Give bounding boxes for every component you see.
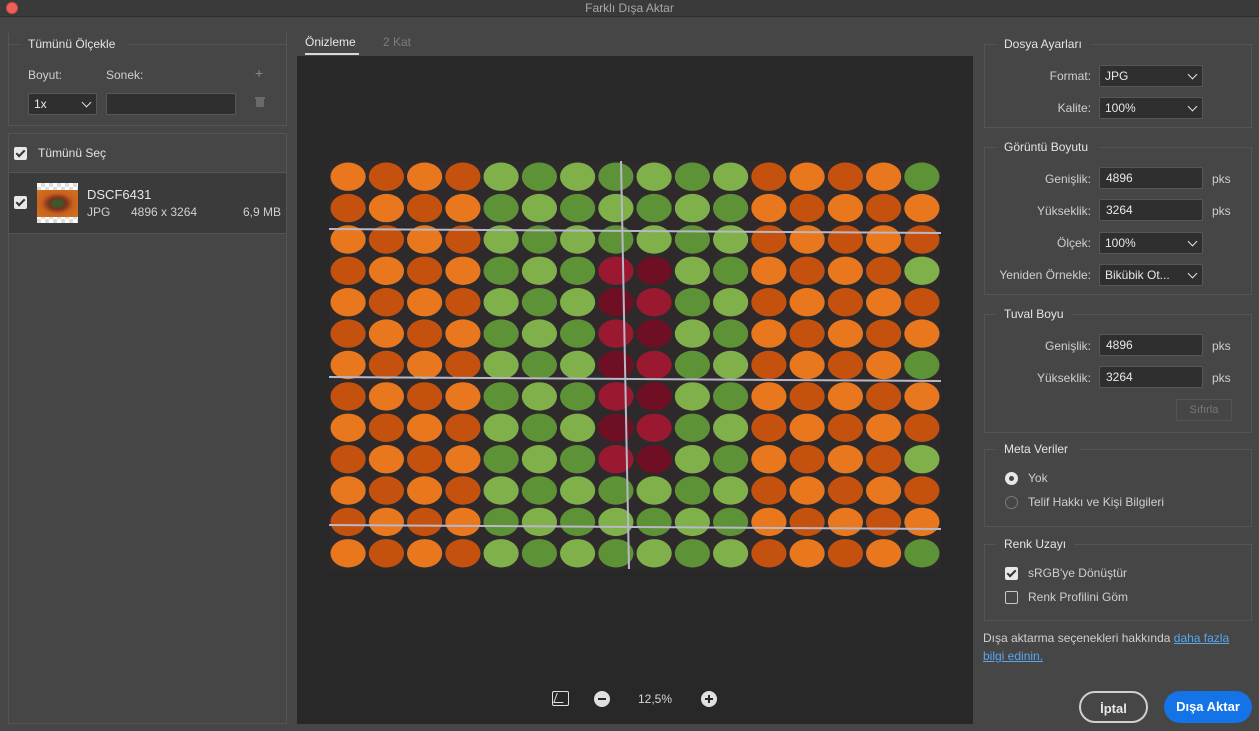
image-height-input[interactable]: 3264 <box>1099 199 1203 221</box>
size-select[interactable]: 1x <box>28 93 97 115</box>
metadata-title: Meta Veriler <box>998 442 1075 456</box>
quality-label: Kalite: <box>1057 101 1091 115</box>
metadata-copyright-label: Telif Hakkı ve Kişi Bilgileri <box>1028 495 1165 509</box>
convert-srgb-checkbox[interactable] <box>1005 567 1018 580</box>
reset-button[interactable]: Sıfırla <box>1176 399 1232 421</box>
canvas-height-input[interactable]: 3264 <box>1099 366 1203 388</box>
image-width-unit: pks <box>1212 172 1231 186</box>
suffix-input[interactable] <box>106 93 236 115</box>
add-scale-icon[interactable]: + <box>255 65 263 81</box>
color-space-title: Renk Uzayı <box>998 537 1073 551</box>
zoom-level: 12,5% <box>638 692 673 706</box>
metadata-none-label: Yok <box>1028 471 1048 485</box>
export-info-text: Dışa aktarma seçenekleri hakkında daha f… <box>983 629 1251 665</box>
quality-select[interactable]: 100% <box>1099 97 1203 119</box>
group-border <box>1100 147 1252 148</box>
canvas-width-label: Genişlik: <box>1044 339 1091 353</box>
scale-all-title: Tümünü Ölçekle <box>22 37 122 51</box>
chevron-down-icon <box>1187 69 1198 80</box>
quality-select-value: 100% <box>1105 101 1136 115</box>
tab-preview[interactable]: Önizleme <box>305 35 356 49</box>
size-select-value: 1x <box>34 97 47 111</box>
canvas-height-label: Yükseklik: <box>1036 371 1091 385</box>
metadata-copyright-radio[interactable] <box>1005 496 1018 509</box>
image-height-label: Yükseklik: <box>1036 204 1091 218</box>
chevron-down-icon <box>1187 236 1198 247</box>
group-border <box>984 147 996 148</box>
canvas-height-unit: pks <box>1212 371 1231 385</box>
image-width-input[interactable]: 4896 <box>1099 167 1203 189</box>
tab-2x[interactable]: 2 Kat <box>383 35 411 49</box>
canvas-size-title: Tuval Boyu <box>998 307 1070 321</box>
group-border <box>984 449 996 450</box>
group-border <box>1072 314 1252 315</box>
info-text: Dışa aktarma seçenekleri hakkında <box>983 631 1174 645</box>
select-all-checkbox[interactable] <box>14 147 27 160</box>
resample-select-value: Bikübik Ot... <box>1105 268 1170 282</box>
metadata-none-radio[interactable] <box>1005 472 1018 485</box>
color-space-group <box>984 544 1252 621</box>
select-all-label: Tümünü Seç <box>38 146 107 160</box>
file-checkbox[interactable] <box>14 196 27 209</box>
window-titlebar: Farklı Dışa Aktar <box>0 0 1259 17</box>
resample-label: Yeniden Örnekle: <box>999 268 1091 282</box>
embed-profile-checkbox[interactable] <box>1005 591 1018 604</box>
metadata-group <box>984 449 1252 527</box>
file-list-panel: Tümünü Seç DSCF6431 JPG 4896 x 3264 6,9 … <box>8 133 287 724</box>
file-settings-title: Dosya Ayarları <box>998 37 1088 51</box>
convert-srgb-label: sRGB'ye Dönüştür <box>1028 566 1127 580</box>
active-tab-indicator <box>305 53 359 55</box>
canvas-width-input[interactable]: 4896 <box>1099 334 1203 356</box>
cancel-button[interactable]: İptal <box>1079 691 1148 723</box>
file-size: 6,9 MB <box>243 205 282 219</box>
scale-select-value: 100% <box>1105 236 1136 250</box>
file-format: JPG <box>87 205 111 219</box>
scale-select[interactable]: 100% <box>1099 232 1203 254</box>
image-width-label: Genişlik: <box>1044 172 1091 186</box>
format-select[interactable]: JPG <box>1099 65 1203 87</box>
group-border <box>1074 544 1252 545</box>
canvas-width-unit: pks <box>1212 339 1231 353</box>
zoom-out-button[interactable] <box>594 691 610 707</box>
file-dimensions: 4896 x 3264 <box>131 205 198 219</box>
file-thumbnail <box>37 183 78 223</box>
chevron-down-icon <box>1187 268 1198 279</box>
image-size-title: Görüntü Boyutu <box>998 140 1095 154</box>
embed-profile-label: Renk Profilini Göm <box>1028 590 1129 604</box>
window-title: Farklı Dışa Aktar <box>585 1 674 15</box>
format-select-value: JPG <box>1105 69 1129 83</box>
preview-image <box>329 161 941 569</box>
file-name: DSCF6431 <box>87 187 152 202</box>
chevron-down-icon <box>1187 101 1198 112</box>
resample-select[interactable]: Bikübik Ot... <box>1099 264 1203 286</box>
preview-canvas <box>297 56 973 724</box>
suffix-label: Sonek: <box>106 68 144 82</box>
file-row[interactable]: DSCF6431 JPG 4896 x 3264 6,9 MB <box>9 172 286 234</box>
group-border <box>984 314 996 315</box>
size-label: Boyut: <box>28 68 63 82</box>
export-button[interactable]: Dışa Aktar <box>1164 691 1252 723</box>
image-height-unit: pks <box>1212 204 1231 218</box>
zoom-in-button[interactable] <box>701 691 717 707</box>
fit-to-screen-icon[interactable] <box>552 691 569 706</box>
chevron-down-icon <box>81 97 92 108</box>
group-border <box>984 544 996 545</box>
trash-icon[interactable] <box>255 97 265 107</box>
group-border <box>984 44 996 45</box>
group-border <box>1080 449 1252 450</box>
group-border <box>1092 44 1252 45</box>
scale-label: Ölçek: <box>1056 236 1091 250</box>
fruit-photo <box>329 161 941 569</box>
format-label: Format: <box>1049 69 1091 83</box>
